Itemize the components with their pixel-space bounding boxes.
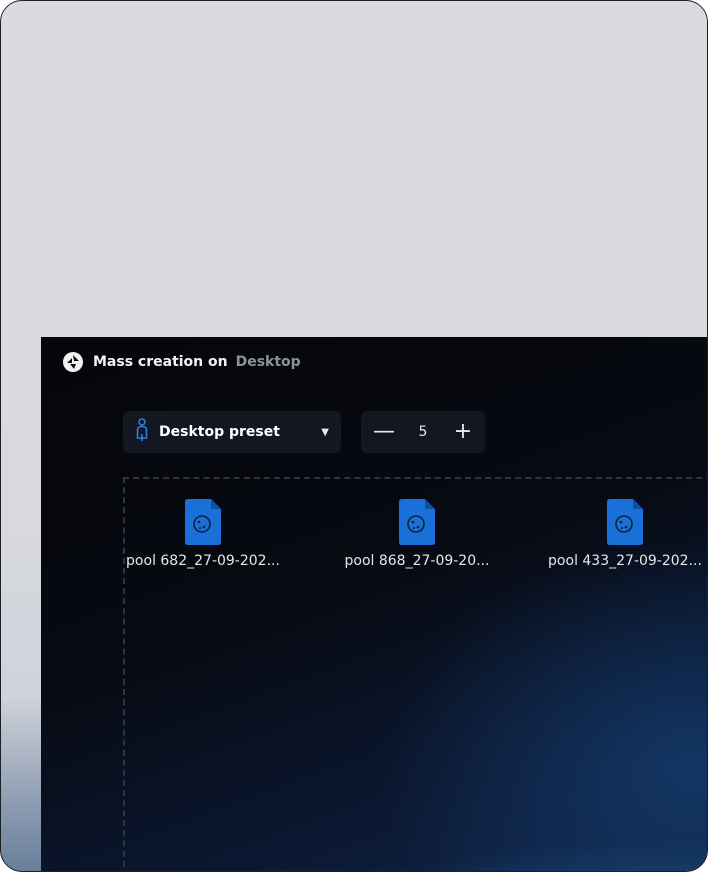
page-title-target: Desktop [235,354,301,370]
cookie-file-icon [327,499,507,545]
file-name: pool 868_27-09-20... [344,553,490,569]
cookie-file-icon [535,499,707,545]
preset-label: Desktop preset [159,424,280,440]
page-title: Mass creation on [93,354,228,370]
file-item[interactable]: pool 433_27-09-202... [535,499,707,569]
decrement-button[interactable]: — [373,421,395,443]
preset-dropdown[interactable]: Desktop preset ▼ [123,411,341,453]
file-item[interactable]: pool 682_27-09-202... [113,499,293,569]
person-icon [135,418,149,446]
cookie-file-icon [113,499,293,545]
quantity-stepper[interactable]: — 5 + [361,411,485,453]
app-logo-icon [63,352,83,372]
file-name: pool 682_27-09-202... [126,553,280,569]
file-name: pool 433_27-09-202... [548,553,702,569]
chevron-down-icon: ▼ [321,426,329,438]
file-item[interactable]: pool 868_27-09-20... [327,499,507,569]
quantity-value: 5 [418,424,428,440]
app-frame: Mass creation on Desktop Desktop preset … [0,0,708,872]
increment-button[interactable]: + [453,421,473,443]
mass-creation-window: Mass creation on Desktop Desktop preset … [41,337,707,871]
titlebar: Mass creation on Desktop [63,351,301,373]
